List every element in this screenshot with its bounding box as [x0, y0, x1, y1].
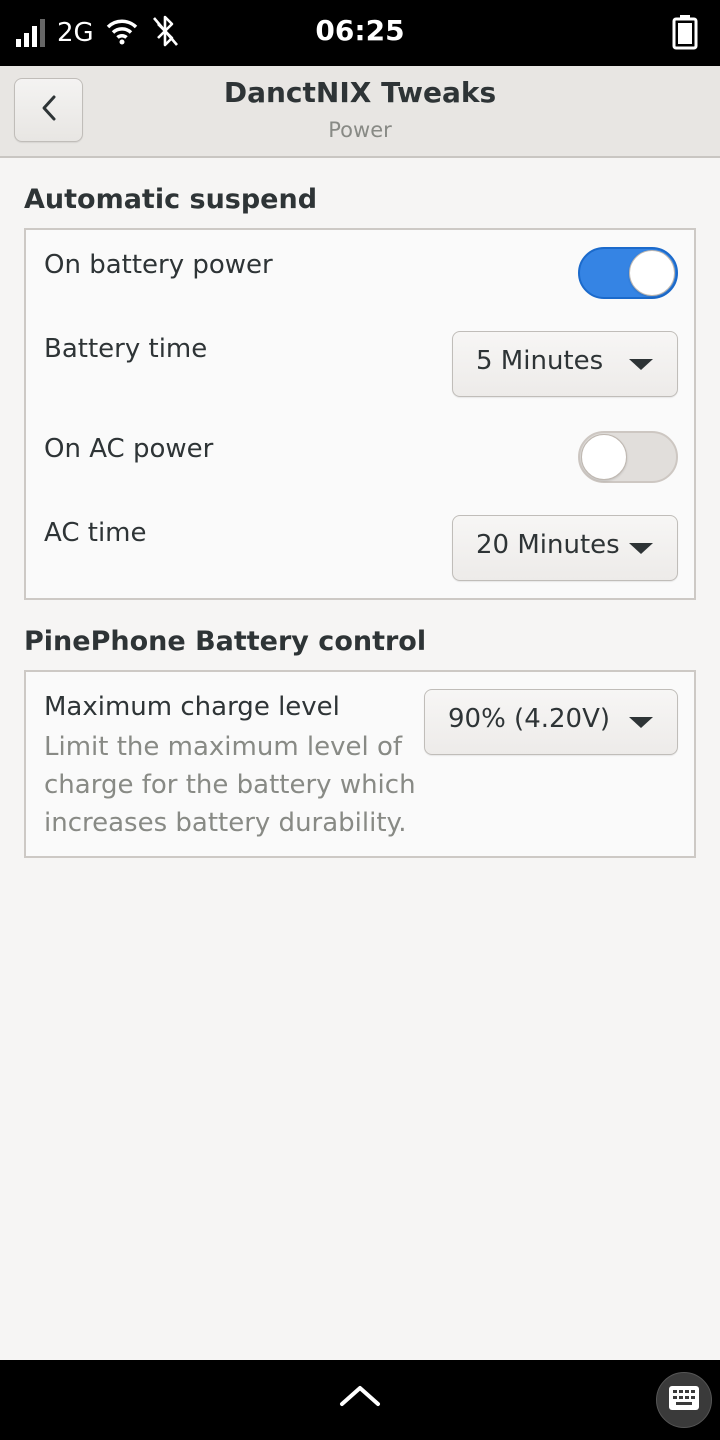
max-charge-value: 90% (4.20V)	[448, 704, 611, 734]
on-battery-label: On battery power	[44, 250, 273, 280]
battery-icon	[672, 14, 698, 54]
bottom-bar	[0, 1360, 720, 1440]
keyboard-icon	[668, 1385, 700, 1415]
clock: 06:25	[315, 14, 405, 47]
on-ac-label: On AC power	[44, 434, 214, 464]
max-charge-description: Limit the maximum level of charge for th…	[44, 732, 416, 838]
keyboard-button[interactable]	[656, 1372, 712, 1428]
ac-time-dropdown[interactable]: 20 Minutes	[452, 515, 678, 581]
page-subtitle: Power	[328, 118, 392, 142]
battery-time-value: 5 Minutes	[476, 346, 604, 376]
battery-time-dropdown[interactable]: 5 Minutes	[452, 331, 678, 397]
section-title-battery-control: PinePhone Battery control	[24, 626, 427, 657]
dropdown-arrow-icon	[629, 543, 653, 554]
on-ac-switch[interactable]	[578, 431, 678, 483]
battery-control-frame: Maximum charge level Limit the maximum l…	[24, 670, 696, 858]
page-title: DanctNIX Tweaks	[223, 76, 497, 109]
header-bar: DanctNIX Tweaks Power	[0, 66, 720, 158]
section-title-automatic-suspend: Automatic suspend	[24, 184, 318, 215]
ac-time-value: 20 Minutes	[476, 530, 620, 560]
switch-knob	[629, 250, 675, 296]
chevron-up-icon[interactable]	[338, 1382, 382, 1414]
dropdown-arrow-icon	[629, 359, 653, 370]
status-bar: 2G 06:25	[0, 0, 720, 66]
max-charge-dropdown[interactable]: 90% (4.20V)	[424, 689, 678, 755]
battery-time-label: Battery time	[44, 334, 208, 364]
max-charge-label: Maximum charge level	[44, 692, 340, 722]
automatic-suspend-frame: On battery power Battery time 5 Minutes …	[24, 228, 696, 600]
dropdown-arrow-icon	[629, 717, 653, 728]
on-battery-switch[interactable]	[578, 247, 678, 299]
switch-knob	[581, 434, 627, 480]
ac-time-label: AC time	[44, 518, 147, 548]
